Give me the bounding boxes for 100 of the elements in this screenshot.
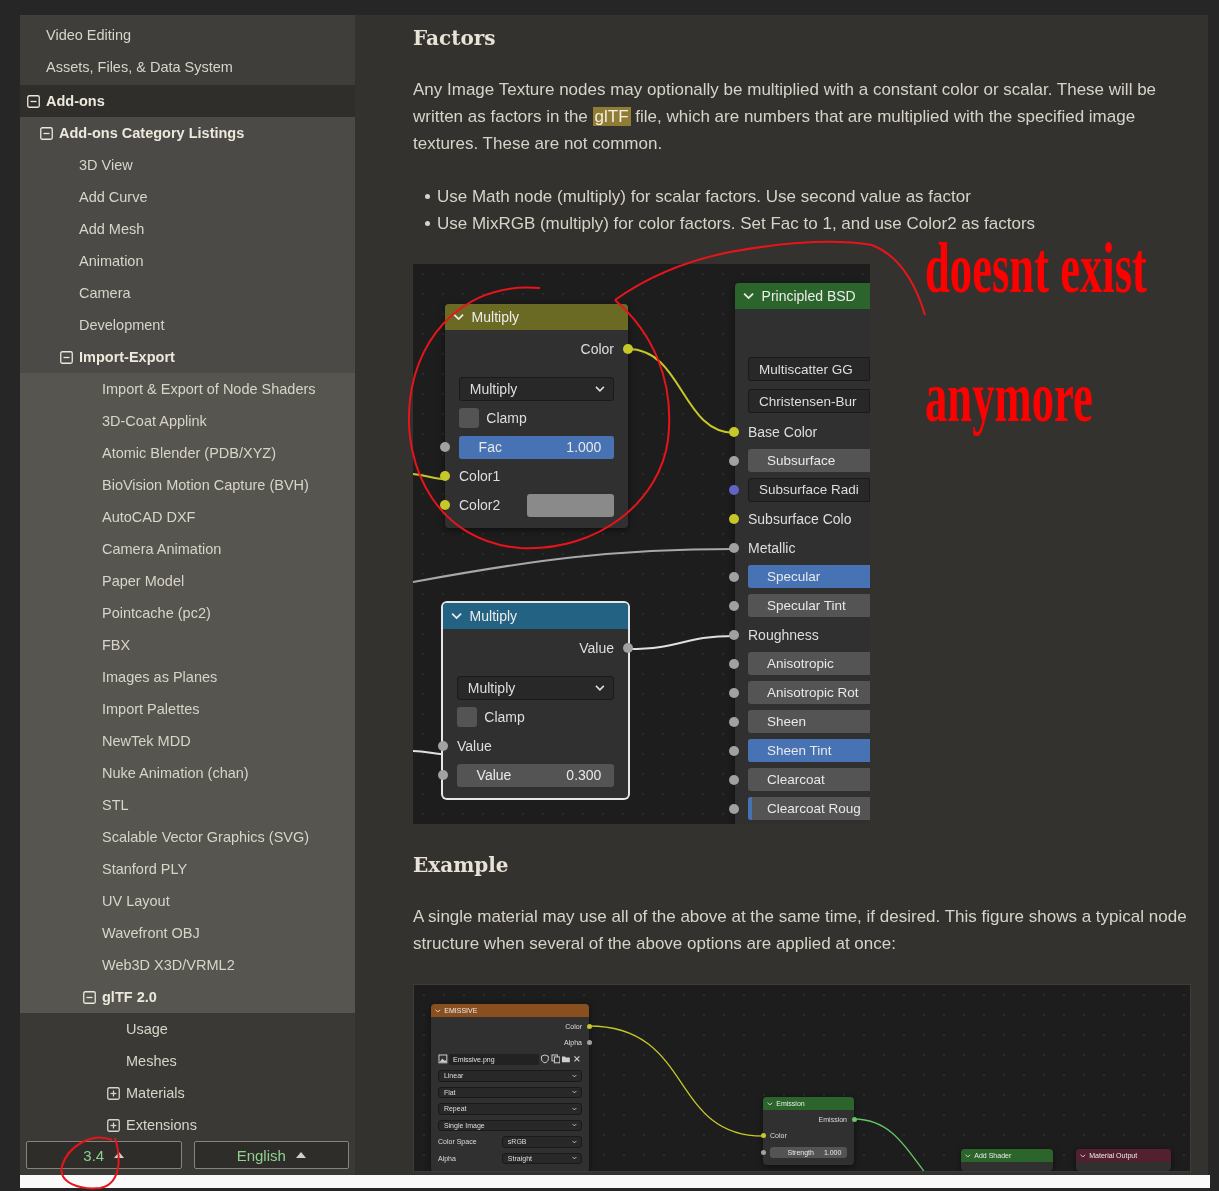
socket-icon[interactable]: [438, 741, 448, 751]
node-link: [413, 750, 444, 755]
sidebar-item[interactable]: Usage: [20, 1013, 355, 1045]
slider-field[interactable]: Fac 1.000: [459, 435, 614, 459]
sidebar-item[interactable]: Import-Export: [20, 341, 355, 373]
sidebar-item[interactable]: Paper Model: [20, 565, 355, 597]
sidebar-item[interactable]: Import & Export of Node Shaders: [20, 373, 355, 405]
socket-icon[interactable]: [729, 687, 739, 698]
shield-icon[interactable]: [539, 1054, 550, 1065]
image-icon[interactable]: [438, 1054, 448, 1065]
node-header[interactable]: Principled BSD: [735, 283, 870, 309]
sidebar-item[interactable]: STL: [20, 789, 355, 821]
socket-icon[interactable]: [623, 643, 633, 653]
sidebar-item[interactable]: Web3D X3D/VRML2: [20, 949, 355, 981]
sidebar-item[interactable]: FBX: [20, 629, 355, 661]
slider-field[interactable]: Clearcoat: [748, 768, 870, 791]
socket-icon[interactable]: [729, 629, 739, 640]
socket-icon[interactable]: [760, 1133, 766, 1139]
sidebar-item[interactable]: Pointcache (pc2): [20, 597, 355, 629]
sidebar-item[interactable]: NewTek MDD: [20, 725, 355, 757]
sidebar-item[interactable]: glTF 2.0: [20, 981, 355, 1013]
slider-field[interactable]: Anisotropic Rot: [748, 681, 870, 704]
minus-box-icon[interactable]: [40, 126, 53, 140]
slider-field[interactable]: Specular Tint: [748, 594, 870, 617]
number-field[interactable]: Value 0.300: [457, 763, 614, 787]
sidebar-item[interactable]: Scalable Vector Graphics (SVG): [20, 821, 355, 853]
socket-icon[interactable]: [729, 716, 739, 727]
socket-icon[interactable]: [729, 803, 739, 814]
minus-box-icon[interactable]: [60, 350, 73, 364]
sidebar-item[interactable]: 3D View: [20, 149, 355, 181]
sidebar-item[interactable]: Camera Animation: [20, 533, 355, 565]
sidebar-item[interactable]: BioVision Motion Capture (BVH): [20, 469, 355, 501]
socket-icon[interactable]: [729, 513, 739, 524]
minus-box-icon[interactable]: [27, 94, 40, 108]
slider-field[interactable]: Anisotropic: [748, 652, 870, 675]
plus-box-icon[interactable]: [107, 1086, 120, 1100]
socket-icon[interactable]: [851, 1116, 857, 1122]
sidebar-item[interactable]: Import Palettes: [20, 693, 355, 725]
slider-field[interactable]: Subsurface: [748, 449, 870, 472]
sidebar-item[interactable]: Wavefront OBJ: [20, 917, 355, 949]
socket-icon[interactable]: [729, 455, 739, 466]
sidebar-item[interactable]: Materials: [20, 1077, 355, 1109]
sidebar-item[interactable]: Atomic Blender (PDB/XYZ): [20, 437, 355, 469]
socket-icon[interactable]: [440, 442, 450, 452]
language-button[interactable]: English: [193, 1141, 349, 1169]
sidebar-item[interactable]: Add Curve: [20, 181, 355, 213]
socket-icon[interactable]: [586, 1040, 592, 1046]
socket-icon[interactable]: [438, 770, 448, 780]
node-header[interactable]: Multiply: [445, 304, 628, 330]
socket-icon[interactable]: [760, 1149, 766, 1155]
menu-field[interactable]: Multiscatter GG: [748, 357, 870, 381]
slider-field[interactable]: Sheen: [748, 710, 870, 733]
menu-field[interactable]: Christensen-Bur: [748, 389, 870, 413]
checkbox[interactable]: [457, 706, 478, 728]
socket-icon[interactable]: [729, 426, 739, 437]
slider-field[interactable]: Sheen Tint: [748, 739, 870, 762]
chevron-icon: [965, 1153, 971, 1158]
sidebar-item[interactable]: Development: [20, 309, 355, 341]
sidebar-item[interactable]: AutoCAD DXF: [20, 501, 355, 533]
color-swatch[interactable]: [527, 493, 614, 517]
sidebar-item[interactable]: UV Layout: [20, 885, 355, 917]
dropdown[interactable]: Multiply: [457, 676, 614, 700]
socket-icon[interactable]: [729, 658, 739, 669]
plus-box-icon[interactable]: [107, 1118, 120, 1132]
sidebar-item[interactable]: Extensions: [20, 1109, 355, 1136]
socket-icon[interactable]: [623, 344, 633, 354]
paragraph: Any Image Texture nodes may optionally be multiplied with a constant color or scalar. These will be written as factors in the glTF file, which are numbers that are multiplied with the specified image textures. These are not common.: [413, 79, 1158, 155]
vector-field[interactable]: Subsurface Radi: [748, 477, 870, 502]
folder-icon[interactable]: [561, 1054, 572, 1065]
socket-icon[interactable]: [586, 1023, 592, 1029]
slider-field[interactable]: Clearcoat Roug: [748, 797, 870, 820]
copy-icon[interactable]: [550, 1054, 561, 1065]
socket-icon[interactable]: [440, 471, 450, 481]
node-header[interactable]: Multiply: [443, 603, 628, 629]
sidebar-item[interactable]: Camera: [20, 277, 355, 309]
sidebar-item[interactable]: Animation: [20, 245, 355, 277]
chevron-icon: [767, 1101, 773, 1106]
sidebar-item[interactable]: Stanford PLY: [20, 853, 355, 885]
socket-icon[interactable]: [729, 774, 739, 785]
node-panel[interactable]: Multiply Color Multiply Clamp Fac 1.000 Color1 Color2: [440, 304, 633, 528]
sidebar-item[interactable]: Meshes: [20, 1045, 355, 1077]
sidebar-item[interactable]: Add-ons: [20, 85, 355, 117]
sidebar-item[interactable]: Add-ons Category Listings: [20, 117, 355, 149]
dropdown[interactable]: Multiply: [459, 377, 614, 401]
sidebar-item[interactable]: Add Mesh: [20, 213, 355, 245]
slider-field[interactable]: Specular: [748, 565, 870, 588]
socket-icon[interactable]: [729, 542, 739, 553]
version-button[interactable]: 3.4: [26, 1141, 182, 1169]
socket-icon[interactable]: [440, 500, 450, 510]
socket-icon[interactable]: [729, 571, 739, 582]
sidebar-item[interactable]: Nuke Animation (chan): [20, 757, 355, 789]
socket-icon[interactable]: [729, 745, 739, 756]
chevron-icon: [571, 1090, 577, 1095]
sidebar-item[interactable]: Images as Planes: [20, 661, 355, 693]
minus-box-icon[interactable]: [83, 990, 96, 1004]
checkbox[interactable]: [459, 407, 480, 429]
sidebar-item[interactable]: 3D-Coat Applink: [20, 405, 355, 437]
node-panel[interactable]: Multiply Value Multiply Clamp Value Value 0.300: [438, 603, 633, 798]
socket-icon[interactable]: [729, 600, 739, 611]
chevron-icon: [594, 385, 605, 393]
